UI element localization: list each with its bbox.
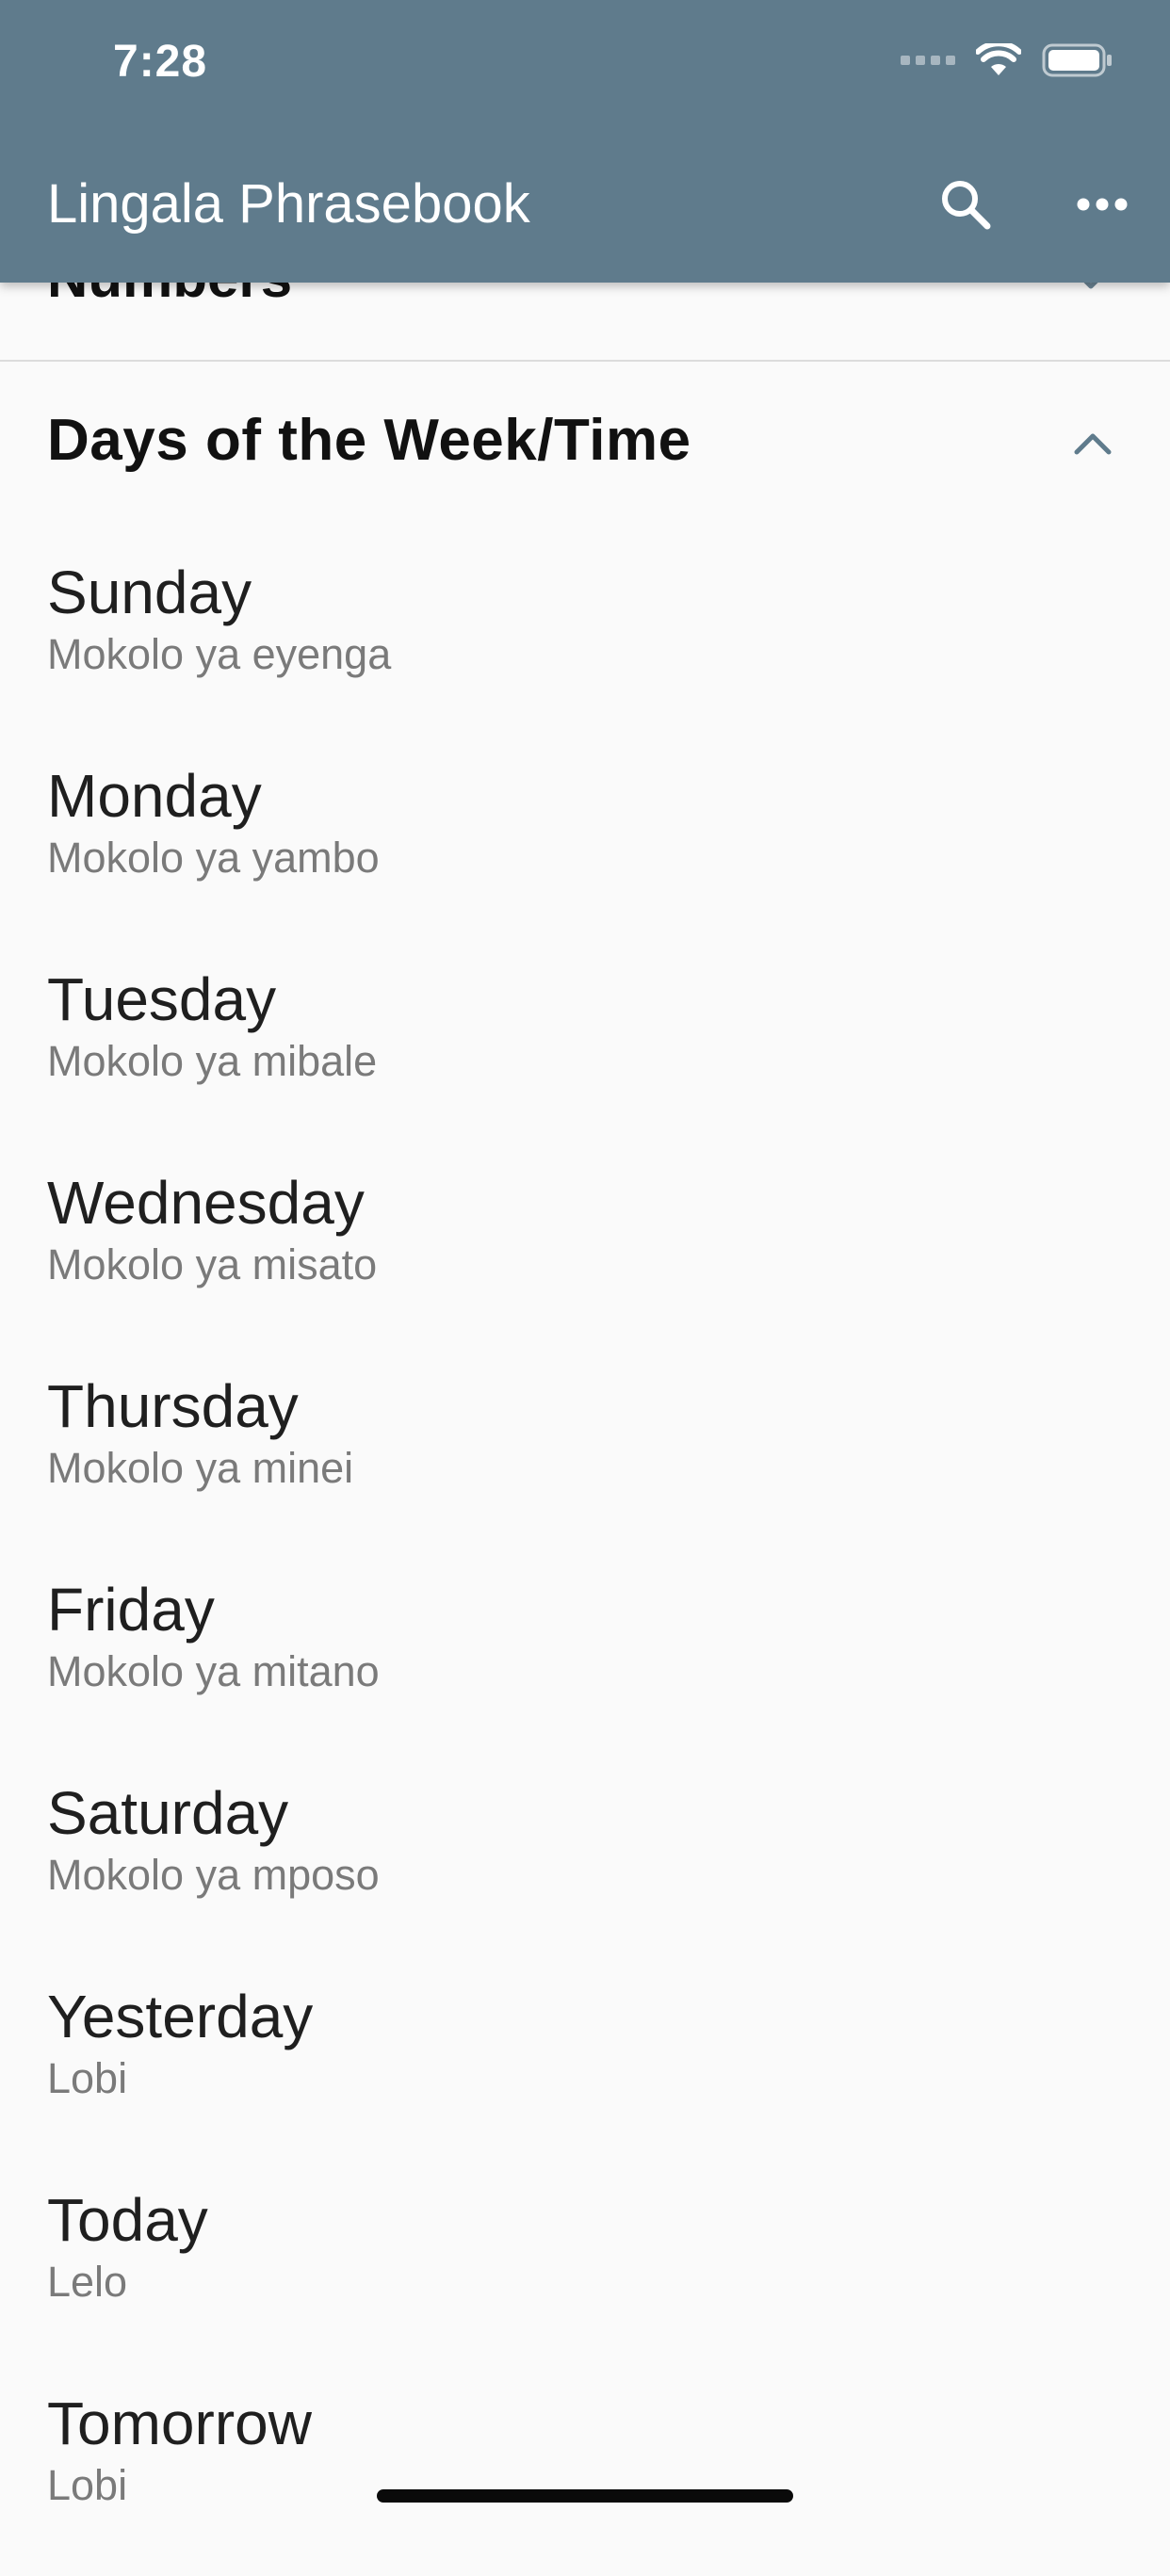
chevron-up-icon [1074, 433, 1112, 455]
app-title: Lingala Phrasebook [47, 173, 530, 235]
phrase-english: Yesterday [47, 1983, 314, 2050]
more-horizontal-icon [1077, 198, 1128, 211]
status-indicators [901, 43, 1113, 77]
phrase-english: Monday [47, 762, 262, 830]
list-item[interactable]: Monday Mokolo ya yambo [0, 745, 1170, 948]
section-header-days[interactable]: Days of the Week/Time [0, 362, 1170, 527]
status-time: 7:28 [113, 37, 208, 87]
app-bar: 7:28 Lingala Phrasebook [0, 0, 1170, 283]
phrase-translation: Mokolo ya misato [47, 1240, 378, 1288]
more-options-button[interactable] [1069, 171, 1135, 237]
section-title: Days of the Week/Time [47, 408, 691, 473]
phrase-english: Thursday [47, 1372, 299, 1440]
wifi-icon [976, 43, 1021, 75]
list-item[interactable]: Wednesday Mokolo ya misato [0, 1152, 1170, 1355]
phrase-translation: Mokolo ya minei [47, 1444, 354, 1492]
phrase-translation: Mokolo ya eyenga [47, 630, 392, 678]
phrase-translation: Mokolo ya mibale [47, 1037, 378, 1085]
phrase-english: Tuesday [47, 965, 277, 1033]
list-item[interactable]: Friday Mokolo ya mitano [0, 1559, 1170, 1762]
phrase-translation: Mokolo ya mitano [47, 1647, 380, 1695]
list-item[interactable]: Today Lelo [0, 2169, 1170, 2373]
phrase-translation: Lobi [47, 2054, 128, 2102]
list-item[interactable]: Thursday Mokolo ya minei [0, 1355, 1170, 1559]
phrase-english: Today [47, 2186, 208, 2254]
phrase-translation: Lelo [47, 2258, 128, 2306]
home-indicator [377, 2489, 793, 2503]
phrase-translation: Mokolo ya mposo [47, 1851, 380, 1899]
phrase-english: Friday [47, 1576, 215, 1644]
list-item[interactable]: Yesterday Lobi [0, 1966, 1170, 2169]
list-item[interactable]: Sunday Mokolo ya eyenga [0, 542, 1170, 745]
phrase-english: Saturday [47, 1779, 289, 1847]
search-icon [942, 181, 991, 230]
phrase-english: Sunday [47, 559, 252, 626]
phrase-english: Wednesday [47, 1169, 365, 1237]
phrase-list: Sunday Mokolo ya eyenga Monday Mokolo ya… [0, 542, 1170, 2576]
phrase-translation: Mokolo ya yambo [47, 834, 380, 882]
battery-icon [1042, 43, 1112, 77]
list-item[interactable]: Tomorrow Lobi [0, 2373, 1170, 2576]
phrase-translation: Lobi [47, 2461, 128, 2509]
search-button[interactable] [933, 171, 999, 237]
list-item[interactable]: Tuesday Mokolo ya mibale [0, 948, 1170, 1152]
phrase-english: Tomorrow [47, 2390, 312, 2457]
cellular-signal-icon [901, 56, 955, 65]
list-item[interactable]: Saturday Mokolo ya mposo [0, 1762, 1170, 1966]
